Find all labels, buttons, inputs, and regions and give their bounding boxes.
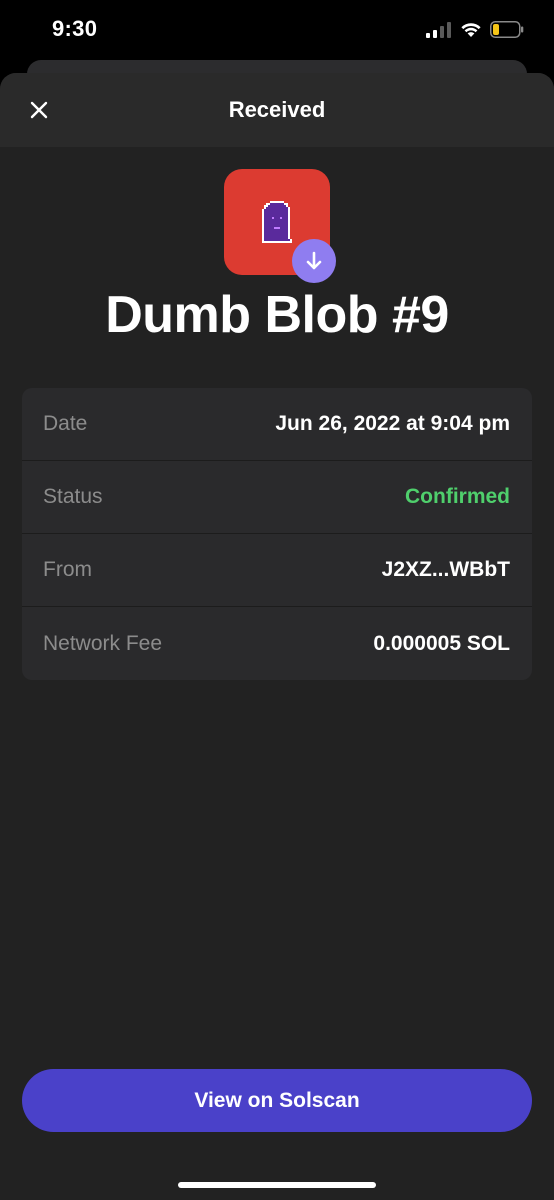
view-on-solscan-button[interactable]: View on Solscan bbox=[22, 1069, 532, 1132]
blob-icon bbox=[262, 201, 292, 243]
received-badge bbox=[292, 239, 336, 283]
detail-label: Date bbox=[43, 412, 88, 435]
detail-row-network-fee: Network Fee 0.000005 SOL bbox=[22, 607, 532, 680]
home-indicator bbox=[178, 1182, 376, 1188]
page-title: Received bbox=[228, 97, 326, 122]
detail-label: Network Fee bbox=[43, 631, 163, 655]
detail-value: 0.000005 SOL bbox=[373, 631, 510, 655]
signal-icon bbox=[426, 22, 451, 38]
from-address[interactable]: J2XZ...WBbT bbox=[382, 558, 510, 582]
detail-row-date: Date Jun 26, 2022 at 9:04 pm bbox=[22, 388, 532, 461]
detail-value: Jun 26, 2022 at 9:04 pm bbox=[275, 412, 510, 435]
status-bar: 9:30 bbox=[0, 0, 554, 62]
battery-icon bbox=[490, 21, 524, 38]
sheet-header: Received bbox=[0, 73, 554, 147]
nft-name: Dumb Blob #9 bbox=[105, 286, 449, 344]
detail-row-status: Status Confirmed bbox=[22, 461, 532, 534]
screen: 9:30 Received Dumb Blob #9 Date Jun 26, … bbox=[0, 0, 554, 1200]
transaction-details: Date Jun 26, 2022 at 9:04 pm Status Conf… bbox=[22, 388, 532, 680]
arrow-down-icon bbox=[306, 251, 322, 270]
detail-row-from: From J2XZ...WBbT bbox=[22, 534, 532, 607]
status-badge: Confirmed bbox=[405, 485, 510, 508]
wifi-icon bbox=[461, 23, 481, 37]
transaction-sheet: Received Dumb Blob #9 Date Jun 26, 2022 … bbox=[0, 73, 554, 1200]
detail-label: Status bbox=[43, 485, 103, 508]
detail-label: From bbox=[43, 558, 92, 581]
status-time: 9:30 bbox=[52, 16, 98, 41]
